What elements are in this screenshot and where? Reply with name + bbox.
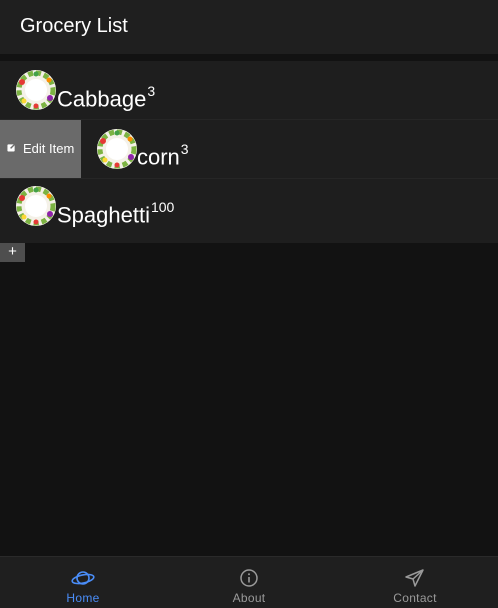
item-label: corn3 [137, 138, 189, 170]
vegetable-avatar [97, 129, 137, 169]
list-item[interactable]: Spaghetti100 [0, 179, 498, 242]
item-quantity: 100 [150, 199, 175, 215]
vegetable-avatar [16, 70, 56, 110]
tab-home[interactable]: Home [0, 557, 166, 608]
send-icon [405, 569, 424, 587]
page-title: Grocery List [20, 15, 128, 37]
tab-contact[interactable]: Contact [332, 557, 498, 608]
grocery-list: Cabbage3 Edit Item corn3 Spaghetti100 [0, 61, 498, 243]
item-label: Spaghetti100 [57, 196, 174, 228]
edit-icon [7, 143, 16, 152]
edit-item-label: Edit Item [23, 141, 75, 156]
info-icon [240, 569, 258, 587]
item-name: Spaghetti [57, 202, 150, 228]
add-item-button[interactable]: + [0, 243, 25, 262]
item-name: corn [137, 144, 180, 170]
planet-icon [71, 571, 95, 585]
app-header: Grocery List [0, 0, 498, 54]
item-name: Cabbage [57, 86, 147, 112]
app-screen: Grocery List Cabbage3 Edit Item corn3 Sp… [0, 0, 498, 608]
edit-item-button[interactable]: Edit Item [0, 120, 81, 178]
vegetable-avatar [16, 186, 56, 226]
tab-home-label: Home [66, 591, 100, 605]
list-item[interactable]: Cabbage3 [0, 61, 498, 119]
item-label: Cabbage3 [57, 80, 155, 112]
tab-bar: Home About Contact [0, 556, 498, 608]
item-quantity: 3 [147, 83, 156, 99]
item-quantity: 3 [180, 141, 189, 157]
list-item-sliding[interactable]: Edit Item corn3 [0, 120, 498, 178]
tab-contact-label: Contact [393, 591, 437, 605]
tab-about-label: About [232, 591, 266, 605]
tab-about[interactable]: About [166, 557, 332, 608]
